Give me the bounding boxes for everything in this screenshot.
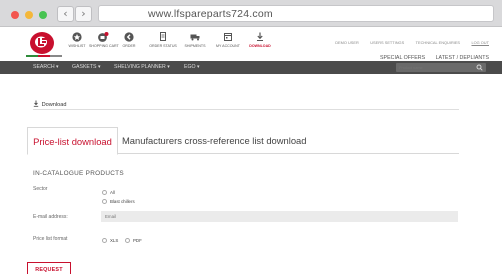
nav-item-ego[interactable]: EGO ▾ [184, 64, 200, 70]
tab-cross-reference-download[interactable]: Manufacturers cross-reference list downl… [122, 127, 306, 154]
order-status-button[interactable]: Order status [149, 32, 177, 48]
product-search-input[interactable] [399, 64, 469, 71]
breadcrumb-download[interactable]: Download [33, 100, 66, 108]
product-search [396, 63, 486, 72]
nav-item-gaskets[interactable]: GASKETS ▾ [72, 64, 101, 70]
truck-icon [190, 34, 200, 41]
document-icon [160, 32, 166, 41]
email-field [101, 211, 458, 222]
back-button[interactable]: ‹ [57, 6, 74, 22]
format-pdf-label: PDF [133, 238, 142, 243]
tab-price-list-download[interactable]: Price-list download [27, 127, 118, 155]
minimize-window-button[interactable] [25, 11, 33, 19]
sector-blast-chillers-label: Blast chillers [110, 199, 135, 204]
email-input[interactable] [105, 213, 445, 220]
email-label: E-mail address: [33, 214, 68, 220]
nav-item-shelving-planner[interactable]: SHELVING PLANNER ▾ [114, 64, 170, 70]
shopping-cart-button[interactable]: Shopping cart [89, 32, 119, 48]
site-header: Wishlist Shopping cart Order Order statu… [0, 28, 502, 61]
top-link-log-out[interactable]: Log out [471, 40, 489, 45]
wishlist-button[interactable]: Wishlist [63, 32, 91, 48]
sector-option-blast-chillers[interactable]: Blast chillers [102, 199, 135, 204]
forward-button[interactable]: › [75, 6, 92, 22]
order-label: Order [122, 44, 136, 48]
sector-label: Sector [33, 186, 48, 192]
nav-item-search[interactable]: SEARCH ▾ [33, 64, 59, 70]
maximize-window-button[interactable] [39, 11, 47, 19]
my-account-label: My account [216, 44, 240, 48]
calendar-icon [224, 33, 232, 41]
sector-option-all[interactable]: All [102, 190, 115, 195]
close-window-button[interactable] [11, 11, 19, 19]
star-icon [72, 32, 82, 42]
sector-blast-chillers-radio[interactable] [102, 199, 107, 204]
download-nav-label: Download [249, 44, 271, 48]
format-option-xls[interactable]: XLS [102, 238, 118, 243]
cart-icon [98, 32, 109, 42]
top-link-demo-user[interactable]: Demo user [335, 40, 359, 45]
shipments-button[interactable]: Shipments [181, 32, 209, 48]
shipments-label: Shipments [184, 44, 206, 48]
request-button[interactable]: REQUEST [27, 262, 71, 274]
shopping-cart-label: Shopping cart [89, 44, 119, 48]
format-xls-radio[interactable] [102, 238, 107, 243]
arrow-circle-icon [124, 32, 134, 42]
order-status-label: Order status [149, 44, 177, 48]
address-bar[interactable]: www.lfspareparts724.com [98, 5, 494, 22]
divider [33, 109, 459, 110]
section-title: IN-CATALOGUE PRODUCTS [33, 170, 124, 177]
format-pdf-radio[interactable] [125, 238, 130, 243]
sector-all-label: All [110, 190, 115, 195]
download-icon [33, 100, 39, 107]
browser-toolbar: ‹ › www.lfspareparts724.com [0, 0, 502, 27]
top-link-users-settings[interactable]: Users settings [370, 40, 404, 45]
format-xls-label: XLS [110, 238, 119, 243]
main-nav: SEARCH ▾ GASKETS ▾ SHELVING PLANNER ▾ EG… [0, 61, 502, 74]
download-nav-button[interactable]: Download [246, 32, 274, 48]
format-option-pdf[interactable]: PDF [125, 238, 142, 243]
download-icon [257, 32, 263, 41]
top-link-technical-enquiries[interactable]: Technical enquiries [416, 40, 460, 45]
breadcrumb-download-label: Download [41, 102, 67, 108]
order-button[interactable]: Order [115, 32, 143, 48]
my-account-button[interactable]: My account [214, 32, 242, 48]
download-tabs: Price-list download Manufacturers cross-… [27, 127, 459, 155]
price-list-format-label: Price list format [33, 236, 68, 242]
sector-all-radio[interactable] [102, 190, 107, 195]
url-text: www.lfspareparts724.com [148, 8, 273, 20]
brand-logo[interactable] [22, 30, 66, 58]
search-icon[interactable] [476, 64, 483, 71]
wishlist-label: Wishlist [68, 44, 86, 48]
